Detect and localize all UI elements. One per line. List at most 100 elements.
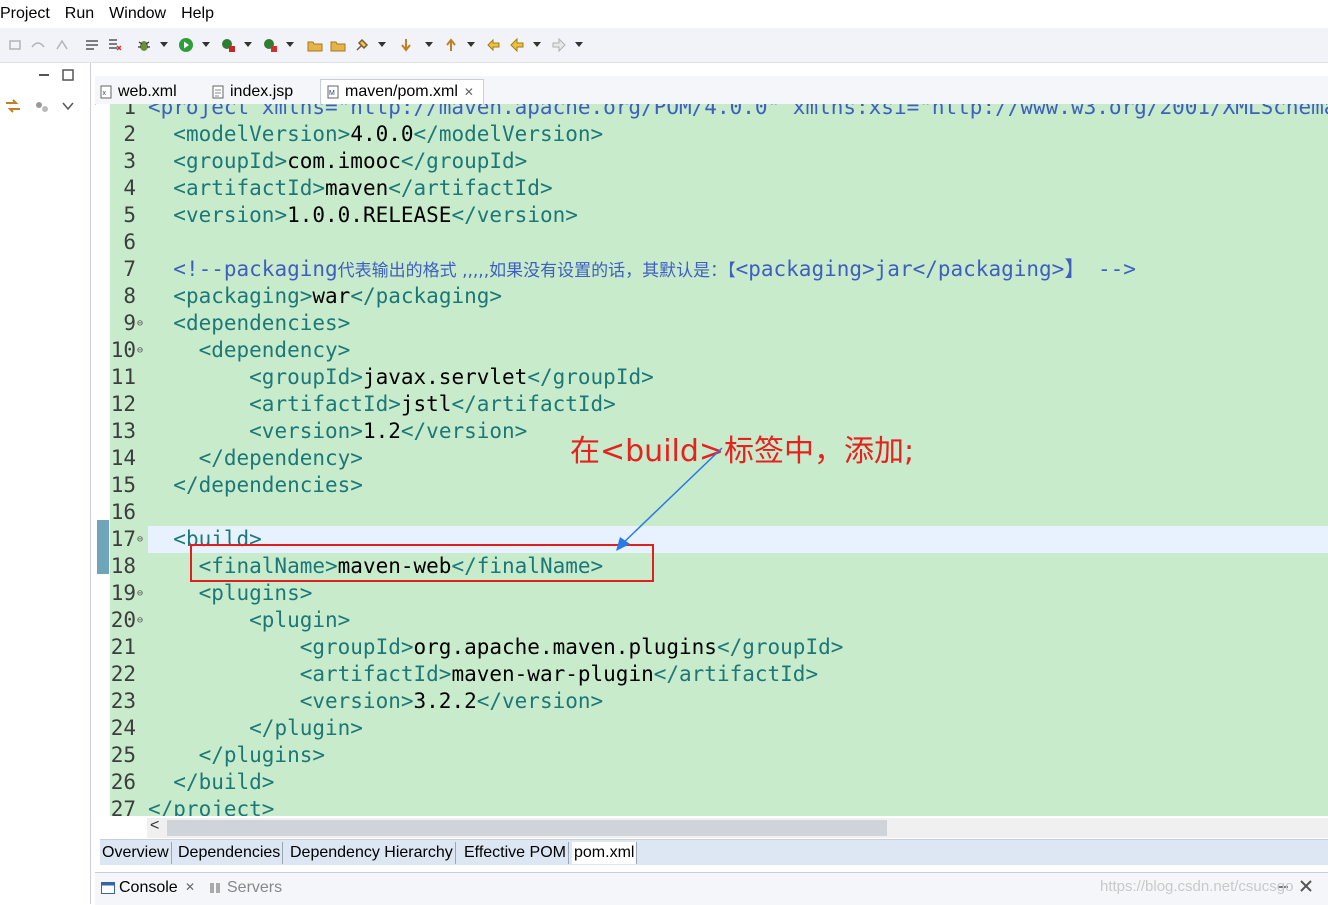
- last-edit-location-icon[interactable]: [485, 37, 501, 53]
- open-resource-icon[interactable]: [330, 37, 346, 53]
- xml-value: 1.2: [362, 419, 401, 443]
- tab-maven-pom-xml[interactable]: M maven/pom.xml ✕: [320, 79, 484, 104]
- search-icon[interactable]: [354, 37, 370, 53]
- step-return-icon[interactable]: [54, 37, 70, 53]
- xml-tag: <version>: [173, 203, 288, 227]
- menu-window[interactable]: Window: [109, 5, 173, 23]
- xml-value: javax.servlet: [362, 365, 528, 389]
- xml-tag: </version>: [451, 203, 578, 227]
- code-line: 7 <!--packaging代表输出的格式 ,,,,,如果没有设置的话，其默认…: [110, 256, 1328, 283]
- step-over-icon[interactable]: [30, 37, 46, 53]
- package-explorer-pane: [0, 63, 91, 904]
- line-number: 16: [110, 500, 136, 524]
- menu-bar: Project Run Window Help: [0, 0, 1328, 28]
- run-icon[interactable]: [178, 37, 194, 53]
- tab-servers[interactable]: Servers: [227, 879, 282, 897]
- line-number: 1: [123, 104, 136, 119]
- tab-index-jsp[interactable]: index.jsp: [212, 79, 322, 104]
- servers-icon: [210, 883, 220, 893]
- tab-overview[interactable]: Overview: [100, 842, 172, 864]
- back-dropdown-icon[interactable]: [533, 42, 541, 47]
- code-text: </dependencies>: [148, 472, 363, 499]
- xml-tag: <packaging>: [173, 284, 313, 308]
- line-number: 26: [110, 770, 136, 794]
- code-line: 26 </build>: [110, 769, 1328, 796]
- comment-token: <packaging>jar</packaging>: [735, 257, 1065, 281]
- chevron-down-icon[interactable]: [62, 101, 74, 111]
- code-text: <!--packaging代表输出的格式 ,,,,,如果没有设置的话，其默认是：…: [148, 256, 1136, 285]
- close-icon[interactable]: ✕: [464, 85, 474, 99]
- previous-annotation-icon[interactable]: [443, 37, 459, 53]
- comment-token: 】 -->: [1064, 257, 1136, 281]
- next-annotation-dropdown-icon[interactable]: [425, 42, 433, 47]
- line-number: 20: [110, 608, 136, 632]
- code-text: </plugin>: [148, 715, 363, 742]
- line-number: 7: [123, 257, 136, 281]
- fold-toggle-icon: ⊖: [137, 318, 144, 329]
- tab-console[interactable]: Console: [119, 879, 178, 897]
- menu-help[interactable]: Help: [181, 5, 221, 23]
- line-number: 19: [110, 581, 136, 605]
- coverage-icon[interactable]: [220, 37, 236, 53]
- horizontal-scrollbar[interactable]: <: [147, 817, 1328, 838]
- tab-label: index.jsp: [230, 82, 294, 100]
- line-number: 10: [110, 338, 136, 362]
- code-text: </dependency>: [148, 445, 363, 472]
- view-menu-icon[interactable]: [34, 99, 50, 115]
- code-line: 23 <version>3.2.2</version>: [110, 688, 1328, 715]
- code-line: 19 ⊖ <plugins>: [110, 580, 1328, 607]
- external-tools-dropdown-icon[interactable]: [286, 42, 294, 47]
- forward-dropdown-icon[interactable]: [575, 42, 583, 47]
- external-tools-icon[interactable]: [262, 37, 278, 53]
- tab-web-xml[interactable]: x web.xml: [100, 79, 208, 104]
- code-text: <project xmlns="http://maven.apache.org/…: [148, 104, 1328, 121]
- menu-run[interactable]: Run: [65, 5, 101, 23]
- run-dropdown-icon[interactable]: [202, 42, 210, 47]
- xml-tag: <modelVersion>: [173, 122, 351, 146]
- step-into-icon[interactable]: [8, 37, 24, 53]
- coverage-dropdown-icon[interactable]: [244, 42, 252, 47]
- tab-pom-xml[interactable]: pom.xml: [572, 842, 638, 864]
- previous-annotation-dropdown-icon[interactable]: [467, 42, 475, 47]
- tab-dependency-hierarchy[interactable]: Dependency Hierarchy: [288, 842, 456, 864]
- line-number: 18: [110, 554, 136, 578]
- next-annotation-icon[interactable]: [398, 37, 414, 53]
- forward-icon[interactable]: [551, 37, 567, 53]
- link-with-editor-icon[interactable]: [4, 97, 22, 115]
- xml-value: 1.0.0.RELEASE: [287, 203, 452, 227]
- debug-dropdown-icon[interactable]: [160, 42, 168, 47]
- xml-value: org.apache.maven.plugins: [413, 635, 717, 659]
- tab-dependencies[interactable]: Dependencies: [176, 842, 284, 864]
- xml-file-icon: x: [100, 85, 112, 98]
- back-icon[interactable]: [509, 37, 525, 53]
- search-dropdown-icon[interactable]: [378, 42, 386, 47]
- tab-effective-pom[interactable]: Effective POM: [462, 842, 569, 864]
- watermark: https://blog.csdn.net/csucsgo: [1100, 878, 1294, 895]
- menu-project[interactable]: Project: [0, 5, 57, 23]
- maximize-icon[interactable]: [62, 69, 74, 81]
- console-icon: [101, 882, 115, 894]
- tab-label: web.xml: [118, 82, 177, 100]
- tab-label: maven/pom.xml: [345, 83, 458, 100]
- open-type-icon[interactable]: [307, 37, 323, 53]
- xml-tag: <groupId>: [173, 149, 288, 173]
- code-text: <groupId>com.imooc</groupId>: [148, 148, 527, 175]
- xml-tag: </artifactId>: [388, 176, 553, 200]
- minimize-icon[interactable]: [38, 71, 50, 79]
- line-number: 23: [110, 689, 136, 713]
- line-number: 12: [110, 392, 136, 416]
- scroll-thumb[interactable]: [167, 820, 887, 836]
- line-number: 24: [110, 716, 136, 740]
- line-number: 17: [110, 527, 136, 551]
- code-text: <version>3.2.2</version>: [148, 688, 603, 715]
- pom-editor-tabs: Overview Dependencies Dependency Hierarc…: [100, 839, 1328, 865]
- fold-toggle-icon: ⊖: [137, 534, 144, 545]
- debug-icon[interactable]: [136, 37, 152, 53]
- scroll-left-arrow[interactable]: <: [150, 817, 159, 835]
- line-number: 6: [123, 230, 136, 254]
- close-icon[interactable]: ✕: [185, 880, 195, 894]
- skip-breakpoints-icon[interactable]: [107, 37, 123, 53]
- xml-tag: </groupId>: [400, 149, 528, 173]
- toggle-view-icon[interactable]: [84, 37, 100, 53]
- pin-icon[interactable]: [1299, 879, 1313, 893]
